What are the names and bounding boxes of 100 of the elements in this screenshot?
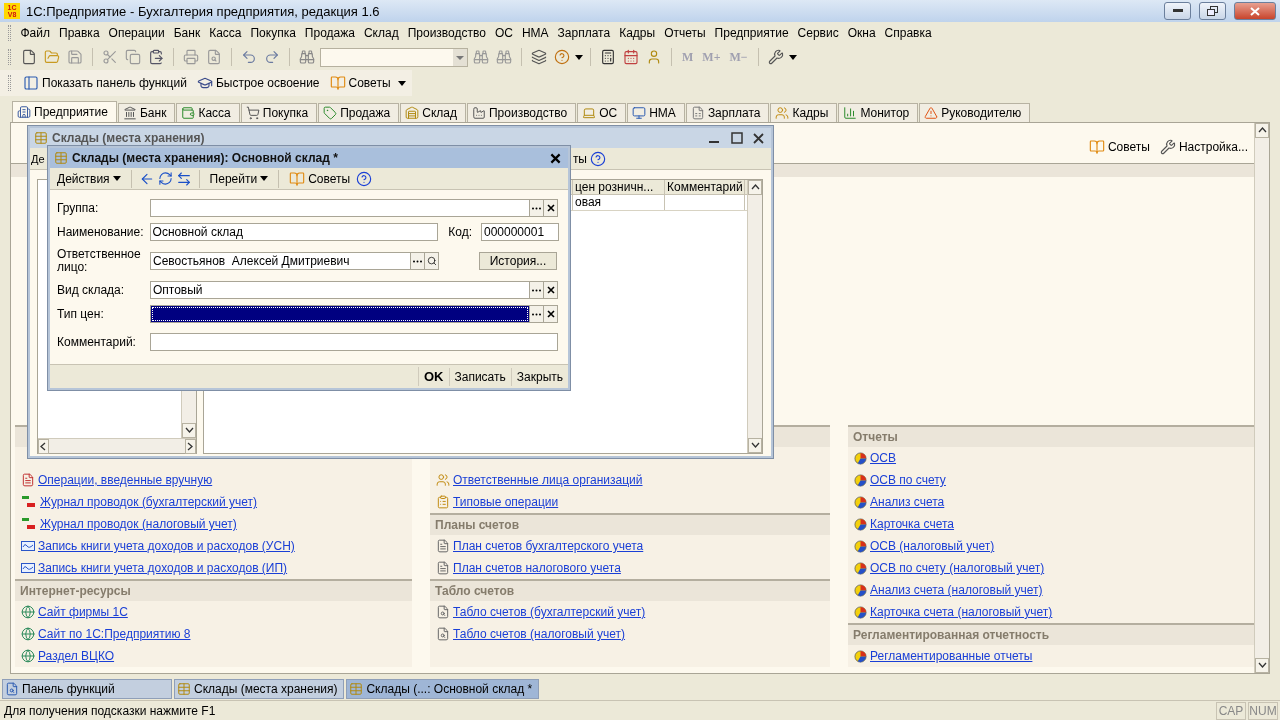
close-button[interactable] [1234,2,1276,20]
input-field[interactable] [150,199,530,217]
search-button[interactable] [425,252,439,270]
function-tab[interactable]: Склад [400,103,466,122]
dialog-button[interactable]: OK [418,367,449,386]
window-tab[interactable]: Панель функций [2,679,172,699]
menu-item[interactable]: Предприятие [710,26,794,40]
arrow-left-icon[interactable] [39,442,48,451]
command-link[interactable]: Карточка счета [870,517,955,531]
command-link[interactable]: Журнал проводок (налоговый учет) [40,517,237,531]
command-link[interactable]: ОСВ (налоговый учет) [870,539,995,553]
clear-button[interactable] [544,305,558,323]
history-button[interactable]: История... [479,252,557,270]
toolbar-button[interactable]: ты [569,150,590,167]
dropdown-icon[interactable] [453,48,467,66]
menu-item[interactable]: Производство [403,26,491,40]
caret-icon[interactable] [397,80,406,86]
user-icon[interactable] [646,49,662,65]
command-link[interactable]: План счетов налогового учета [453,561,621,575]
calendar-icon[interactable] [623,49,639,65]
wrench-icon[interactable] [767,49,784,65]
command-link[interactable]: Журнал проводок (бухгалтерский учет) [40,495,257,509]
binoculars-icon[interactable] [299,49,315,65]
function-tab[interactable]: Кадры [770,103,838,122]
menu-item[interactable]: Операции [104,26,170,40]
command-link[interactable]: Табло счетов (налоговый учет) [453,627,626,641]
menu-item[interactable]: Правка [54,26,105,40]
command-link[interactable]: Раздел ВЦКО [38,649,115,663]
menu-item[interactable]: Касса [204,26,246,40]
minimize-button[interactable] [1164,2,1191,20]
menu-item[interactable]: ОС [490,26,518,40]
toolbar-button[interactable]: Де [31,152,45,165]
window-tab[interactable]: Склады (места хранения) [174,679,345,699]
toolbar-button[interactable]: Перейти [206,170,272,187]
paste-icon[interactable] [148,49,164,65]
calculator-icon[interactable] [600,49,616,65]
command-link[interactable]: ОСВ по счету (налоговый учет) [870,561,1045,575]
toolbar-button[interactable]: Быстрое освоение [193,73,323,93]
scrollbar[interactable] [38,438,196,453]
clear-button[interactable] [544,281,558,299]
help-icon[interactable] [356,170,373,187]
function-tab[interactable]: Предприятие [12,101,117,122]
new-file-icon[interactable] [21,49,37,65]
command-link[interactable]: Анализ счета (налоговый учет) [870,583,1043,597]
input-field[interactable] [150,333,558,351]
menu-item[interactable]: Отчеты [659,26,711,40]
toolbar-button[interactable]: Действия [54,170,124,187]
caret-icon[interactable] [575,54,583,60]
menu-item[interactable]: Покупка [246,26,301,40]
column-header[interactable]: Комментарий [665,180,745,194]
menu-item[interactable]: Окна [843,26,881,40]
arrow-right-icon[interactable] [186,442,195,451]
maximize-icon[interactable] [731,132,743,144]
menu-item[interactable]: Кадры [614,26,660,40]
arrow-down-icon[interactable] [184,426,194,435]
arrow-up-icon[interactable] [1257,126,1267,135]
toolbar-button[interactable]: Показать панель функций [20,73,190,93]
refresh-icon[interactable] [157,171,173,186]
command-link[interactable]: Запись книги учета доходов и расходов (ИП) [38,561,288,575]
clear-button[interactable] [544,199,558,217]
toolbar-button[interactable]: Советы [286,169,354,188]
menu-item[interactable]: Зарплата [553,26,615,40]
function-tab[interactable]: Касса [176,103,240,122]
function-tab[interactable]: ОС [577,103,627,122]
command-link[interactable]: ОСВ по счету [870,473,946,487]
command-link[interactable]: Регламентированные отчеты [870,649,1033,663]
function-tab[interactable]: Банк [117,103,176,122]
dialog-button[interactable]: Записать [448,367,511,386]
search-field[interactable] [320,47,468,67]
command-link[interactable]: Сайт фирмы 1С [38,605,128,619]
menu-item[interactable]: Продажа [300,26,360,40]
select-button[interactable] [411,252,425,270]
command-link[interactable]: ОСВ [870,451,896,465]
command-link[interactable]: Сайт по 1С:Предприятию 8 [38,627,191,641]
function-tab[interactable]: НМА [627,103,685,122]
toolbar-button[interactable]: Настройка... [1157,137,1250,157]
command-link[interactable]: Операции, введенные вручную [38,473,213,487]
close-icon[interactable] [753,132,764,144]
arrow-down-icon[interactable] [750,441,760,450]
input-field[interactable]: Оптовый [150,281,530,299]
command-link[interactable]: Анализ счета [870,495,945,509]
command-link[interactable]: Запись книги учета доходов и расходов (УСН) [38,539,295,553]
input-field[interactable]: Основной склад [149,223,439,241]
input-field[interactable] [150,305,530,323]
help-icon[interactable] [554,49,570,65]
column-header[interactable]: цен розничн... [573,180,665,194]
command-link[interactable]: Карточка счета (налоговый учет) [870,605,1053,619]
command-link[interactable]: Табло счетов (бухгалтерский учет) [453,605,646,619]
restore-button[interactable] [1199,2,1226,20]
input-field[interactable]: 000000001 [481,223,559,241]
toolbar-button[interactable]: Советы [326,73,394,93]
menu-item[interactable]: Банк [169,26,205,40]
function-tab[interactable]: Продажа [318,103,400,122]
scrollbar[interactable] [1254,123,1269,673]
command-link[interactable]: Ответственные лица организаций [453,473,643,487]
arrow-up-icon[interactable] [750,183,760,192]
dialog-button[interactable]: Закрыть [510,367,568,386]
caret-icon[interactable] [788,54,797,60]
command-link[interactable]: План счетов бухгалтерского учета [453,539,644,553]
function-tab[interactable]: Покупка [240,103,318,122]
